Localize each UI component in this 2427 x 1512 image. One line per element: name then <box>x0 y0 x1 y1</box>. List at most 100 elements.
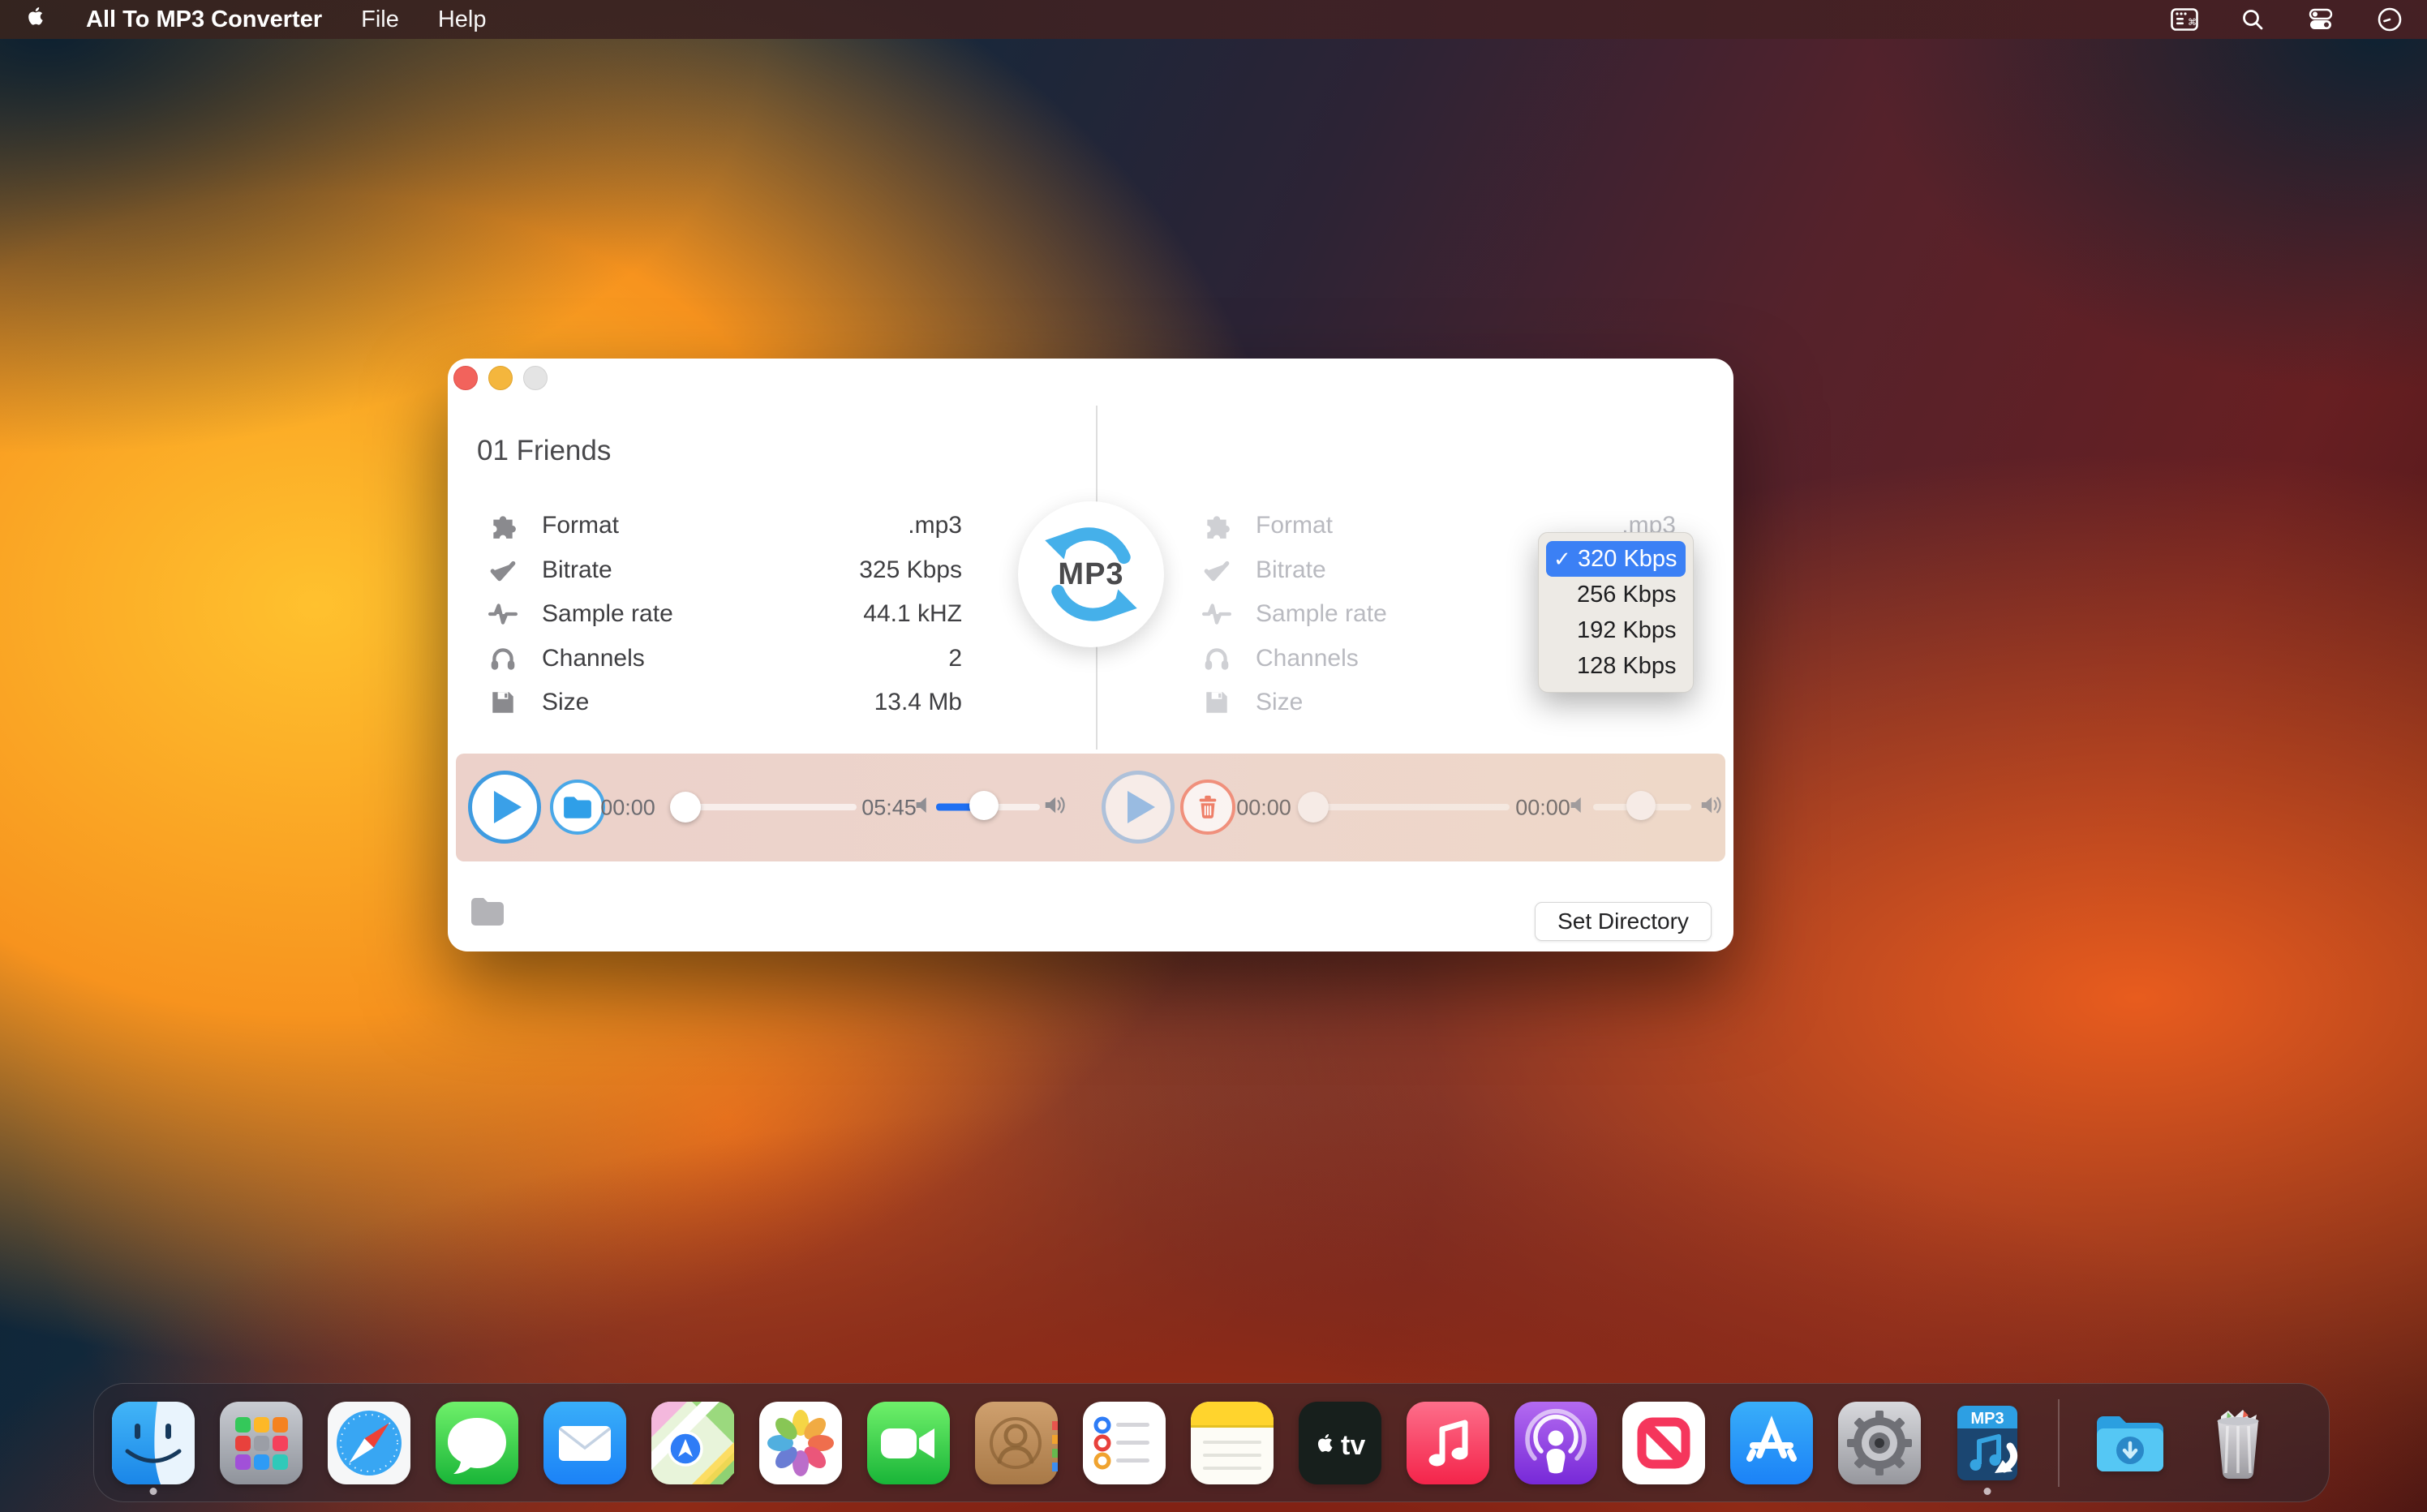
info-row-size: Size 13.4 Mb <box>487 681 962 725</box>
source-info-panel: Format .mp3 Bitrate 325 Kbps Sample rate… <box>487 504 962 725</box>
photos-icon <box>759 1402 842 1484</box>
dock-item-safari[interactable] <box>328 1402 410 1484</box>
mp3-converter-badge-text: MP3 <box>1970 1410 2004 1428</box>
appletv-icon: tv <box>1299 1402 1381 1484</box>
dock-item-podcasts[interactable] <box>1514 1402 1597 1484</box>
check-icon <box>1201 556 1233 585</box>
notes-icon <box>1191 1402 1274 1484</box>
bitrate-option-128[interactable]: 128 Kbps <box>1539 648 1693 684</box>
play-icon <box>1126 789 1157 825</box>
info-label: Channels <box>1256 645 1359 672</box>
dock-item-music[interactable] <box>1407 1402 1489 1484</box>
volume-slider-thumb[interactable] <box>969 791 999 820</box>
menubar-app-name[interactable]: All To MP3 Converter <box>86 6 322 33</box>
puzzle-icon <box>1201 511 1233 540</box>
apple-menu-icon[interactable] <box>24 3 47 36</box>
dock-item-finder[interactable] <box>112 1402 195 1484</box>
podcasts-icon <box>1514 1402 1597 1484</box>
info-label: Bitrate <box>542 556 612 584</box>
info-value: 44.1 kHZ <box>863 600 962 628</box>
volume-slider-thumb[interactable] <box>1626 791 1656 820</box>
mp3-converter-icon: MP3 <box>1946 1402 2029 1484</box>
info-row-format: Format .mp3 <box>487 504 962 548</box>
info-label: Format <box>1256 512 1333 539</box>
clock-icon[interactable] <box>2377 6 2403 32</box>
dock-item-appstore[interactable] <box>1730 1402 1813 1484</box>
set-directory-button[interactable]: Set Directory <box>1535 902 1712 941</box>
checkmark-icon: ✓ <box>1553 547 1578 572</box>
contacts-icon <box>975 1402 1058 1484</box>
info-label: Size <box>542 689 589 716</box>
output-directory-icon[interactable] <box>469 896 506 932</box>
bitrate-option-label: 192 Kbps <box>1577 617 1677 644</box>
dock-item-photos[interactable] <box>759 1402 842 1484</box>
bitrate-option-label: 256 Kbps <box>1577 582 1677 608</box>
news-icon <box>1622 1402 1705 1484</box>
info-label: Sample rate <box>1256 600 1387 628</box>
finder-icon <box>112 1402 195 1484</box>
reminders-icon <box>1083 1402 1166 1484</box>
minimize-button[interactable] <box>488 366 513 390</box>
volume-min-icon <box>914 795 935 820</box>
info-row-bitrate: Bitrate 325 Kbps <box>487 548 962 593</box>
music-icon <box>1407 1402 1489 1484</box>
window-controls <box>453 366 548 390</box>
mail-icon <box>543 1402 626 1484</box>
volume-max-icon <box>1044 794 1068 821</box>
dock-item-messages[interactable] <box>436 1402 518 1484</box>
search-icon[interactable] <box>2240 7 2265 32</box>
play-output-button[interactable] <box>1102 771 1175 844</box>
dock-item-notes[interactable] <box>1191 1402 1274 1484</box>
menubar-help-menu[interactable]: Help <box>438 6 487 33</box>
waveform-icon <box>487 599 519 629</box>
dock-item-settings[interactable] <box>1838 1402 1921 1484</box>
bitrate-option-192[interactable]: 192 Kbps <box>1539 612 1693 648</box>
waveform-icon <box>1201 599 1233 629</box>
puzzle-icon <box>487 511 519 540</box>
bitrate-option-320[interactable]: ✓ 320 Kbps <box>1546 541 1686 577</box>
dock-item-news[interactable] <box>1622 1402 1705 1484</box>
info-value: 325 Kbps <box>859 556 962 584</box>
seek-slider-thumb[interactable] <box>1298 792 1329 823</box>
info-label: Format <box>542 512 619 539</box>
seek-slider[interactable] <box>1305 804 1510 810</box>
play-source-button[interactable] <box>468 771 541 844</box>
dock-item-trash[interactable] <box>2197 1402 2279 1484</box>
zoom-button[interactable] <box>523 366 548 390</box>
seek-slider[interactable] <box>677 804 857 810</box>
current-time-label: 00:00 <box>1236 796 1291 821</box>
window-switcher-icon[interactable]: ⌘ <box>2171 8 2198 31</box>
dock: tv <box>93 1383 2330 1502</box>
dock-item-mail[interactable] <box>543 1402 626 1484</box>
disk-icon <box>1201 688 1233 717</box>
menubar-file-menu[interactable]: File <box>361 6 399 33</box>
dock-item-maps[interactable] <box>651 1402 734 1484</box>
dock-item-facetime[interactable] <box>867 1402 950 1484</box>
close-button[interactable] <box>453 366 478 390</box>
bitrate-option-label: 128 Kbps <box>1577 653 1677 680</box>
disk-icon <box>487 688 519 717</box>
control-center-icon[interactable] <box>2307 7 2335 32</box>
appstore-icon <box>1730 1402 1813 1484</box>
settings-icon <box>1838 1402 1921 1484</box>
bitrate-option-256[interactable]: 256 Kbps <box>1539 577 1693 612</box>
dock-item-appletv[interactable]: tv <box>1299 1402 1381 1484</box>
open-file-button[interactable] <box>550 780 605 835</box>
folder-icon <box>562 794 593 820</box>
menu-bar: All To MP3 Converter File Help ⌘ <box>0 0 2427 39</box>
dock-item-launchpad[interactable] <box>220 1402 303 1484</box>
dock-item-downloads[interactable] <box>2089 1402 2171 1484</box>
dock-item-reminders[interactable] <box>1083 1402 1166 1484</box>
info-value: .mp3 <box>908 512 962 539</box>
svg-text:⌘: ⌘ <box>2188 17 2197 28</box>
dock-item-contacts[interactable] <box>975 1402 1058 1484</box>
info-label: Sample rate <box>542 600 673 628</box>
launchpad-icon <box>220 1402 303 1484</box>
play-icon <box>492 789 523 825</box>
headphones-icon <box>1201 644 1233 673</box>
delete-output-button[interactable] <box>1180 780 1235 835</box>
dock-item-mp3-converter[interactable]: MP3 <box>1946 1402 2029 1484</box>
info-value: 13.4 Mb <box>874 689 962 716</box>
seek-slider-thumb[interactable] <box>670 792 701 823</box>
duration-label: 05:45 <box>861 796 917 821</box>
